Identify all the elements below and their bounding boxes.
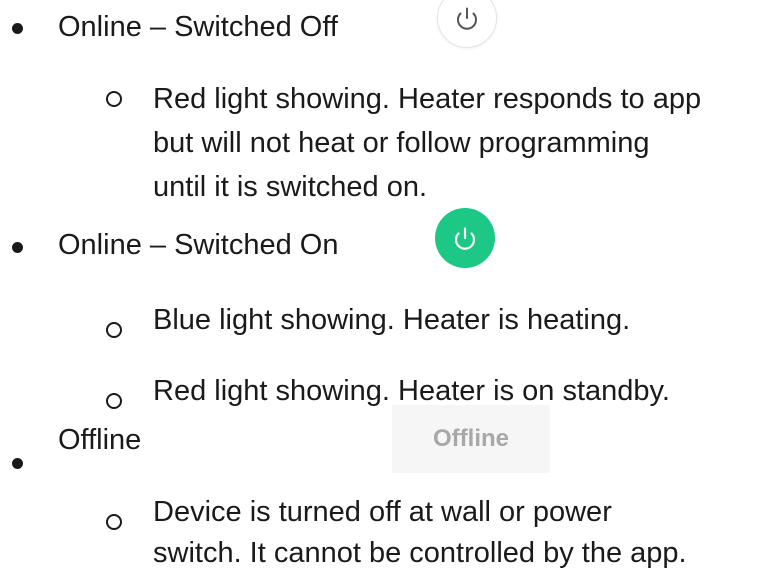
bullet-dot <box>12 242 23 253</box>
list-item-label: Online – Switched Off <box>58 11 338 43</box>
power-on-button[interactable] <box>435 208 495 268</box>
sub-bullet-circle <box>106 514 122 530</box>
list-item-label: Online – Switched On <box>58 229 339 261</box>
power-icon <box>454 227 476 250</box>
power-icon <box>457 7 477 30</box>
bullet-dot <box>12 23 23 34</box>
sub-item-text-line: Device is turned off at wall or power <box>153 496 612 528</box>
sub-item-text-line: switch. It cannot be controlled by the a… <box>153 537 687 569</box>
power-off-button[interactable] <box>437 0 497 48</box>
sub-bullet-circle <box>106 393 122 409</box>
sub-bullet-circle <box>106 322 122 338</box>
bullet-dot <box>12 458 23 469</box>
sub-bullet-circle <box>106 91 122 107</box>
offline-status-chip: Offline <box>392 405 550 473</box>
sub-item-text-line: but will not heat or follow programming <box>153 127 650 159</box>
sub-item-text-line: until it is switched on. <box>153 171 428 203</box>
sub-item-text: Blue light showing. Heater is heating. <box>153 304 631 336</box>
list-item-label: Offline <box>58 424 142 456</box>
sub-item-text-line: Red light showing. Heater responds to ap… <box>153 83 702 115</box>
